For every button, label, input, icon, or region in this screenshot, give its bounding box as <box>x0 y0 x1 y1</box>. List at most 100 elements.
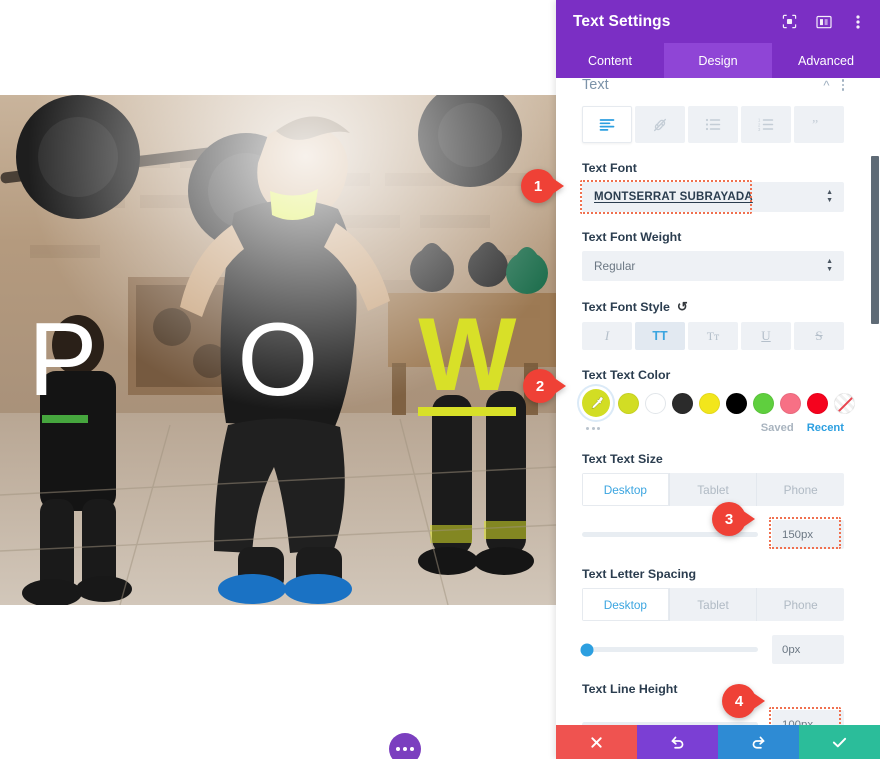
line-height-slider-row: 100px <box>582 707 844 725</box>
section-title: Text <box>582 78 609 93</box>
color-swatch-row <box>582 389 855 417</box>
more-colors-icon[interactable] <box>586 426 600 430</box>
cancel-button[interactable] <box>556 725 637 759</box>
line-height-label: Text Line Height <box>582 682 678 696</box>
panel-header: Text Settings <box>556 0 880 43</box>
page-canvas: P O W <box>0 0 556 759</box>
letter-spacing-slider-row: 0px <box>580 635 844 664</box>
saved-colors-link[interactable]: Saved <box>761 422 794 434</box>
dot <box>410 747 414 751</box>
device-tab-tablet[interactable]: Tablet <box>670 588 758 621</box>
settings-scroll-area: Text ^ 1 2 3 ” Text Font MONTSERRAT SUBR… <box>556 78 870 725</box>
save-button[interactable] <box>799 725 880 759</box>
text-color-label: Text Text Color <box>582 368 671 382</box>
smallcaps-button[interactable]: Tт <box>688 322 738 350</box>
more-options-fab[interactable] <box>389 733 421 759</box>
device-tab-desktop[interactable]: Desktop <box>582 588 670 621</box>
swatch-yellow[interactable] <box>699 392 720 414</box>
redo-button[interactable] <box>718 725 799 759</box>
text-font-field[interactable]: MONTSERRAT SUBRAYADA ▲ ▼ <box>580 180 844 214</box>
uppercase-button[interactable]: TT <box>635 322 685 350</box>
format-toolbar: 1 2 3 ” <box>582 106 844 143</box>
chevron-up-icon[interactable]: ^ <box>823 79 829 92</box>
device-tab-phone[interactable]: Phone <box>757 588 844 621</box>
bullet-list-icon[interactable] <box>688 106 738 143</box>
panel-header-icons <box>781 13 866 30</box>
section-header-text[interactable]: Text ^ <box>582 78 844 100</box>
device-tab-desktop[interactable]: Desktop <box>582 473 670 506</box>
marker-number: 4 <box>722 684 756 718</box>
marker-number: 1 <box>521 169 555 203</box>
marker-number: 2 <box>523 369 557 403</box>
text-size-value[interactable]: 150px <box>769 517 844 549</box>
underline-glyph: U <box>761 328 771 343</box>
color-source-links: Saved Recent <box>761 422 844 434</box>
device-tab-phone[interactable]: Phone <box>757 473 844 506</box>
letter-spacing-value[interactable]: 0px <box>772 635 844 664</box>
eyedropper-icon <box>591 396 603 409</box>
font-style-buttons: I TT Tт U S <box>582 322 844 350</box>
smallcaps-glyph: Tт <box>706 328 720 343</box>
text-font-value: MONTSERRAT SUBRAYADA <box>582 182 844 212</box>
text-font-weight-label: Text Font Weight <box>582 230 682 244</box>
swatch-green[interactable] <box>753 392 774 414</box>
panel-tabs: Content Design Advanced <box>556 43 880 78</box>
svg-text:”: ” <box>812 118 818 131</box>
screen-root: P O W Text Settings Content Design Advan… <box>0 0 880 759</box>
swatch-red[interactable] <box>807 392 828 414</box>
callout-marker-4: 4 <box>722 684 770 718</box>
letter-spacing-label: Text Letter Spacing <box>582 567 697 581</box>
text-size-label: Text Text Size <box>582 452 663 466</box>
callout-marker-3: 3 <box>712 502 760 536</box>
link-off-icon[interactable] <box>635 106 685 143</box>
swatch-white[interactable] <box>645 392 666 414</box>
text-settings-panel: Text Settings Content Design Advanced Te… <box>556 0 880 759</box>
text-font-weight-value: Regular <box>582 251 844 281</box>
more-vertical-icon[interactable] <box>849 13 866 30</box>
callout-marker-1: 1 <box>521 169 569 203</box>
text-font-style-label: Text Font Style ↺ <box>582 299 844 315</box>
tab-advanced[interactable]: Advanced <box>772 43 880 78</box>
marker-number: 3 <box>712 502 746 536</box>
focus-icon[interactable] <box>781 13 798 30</box>
reset-icon[interactable]: ↺ <box>677 299 688 315</box>
numbered-list-icon[interactable]: 1 2 3 <box>741 106 791 143</box>
swatch-yellow-green[interactable] <box>618 392 639 414</box>
dot <box>403 747 407 751</box>
text-font-label: Text Font <box>582 161 637 175</box>
swatch-black[interactable] <box>726 392 747 414</box>
text-font-style-label-text: Text Font Style <box>582 300 670 314</box>
line-height-value[interactable]: 100px <box>769 707 844 725</box>
swatch-dark-gray[interactable] <box>672 392 693 414</box>
svg-text:3: 3 <box>758 127 761 131</box>
panel-title: Text Settings <box>573 12 671 30</box>
tab-design[interactable]: Design <box>664 43 772 78</box>
swatch-transparent[interactable] <box>834 392 855 414</box>
strikethrough-button[interactable]: S <box>794 322 844 350</box>
hero-background-photo <box>0 95 556 605</box>
text-color-active-swatch[interactable] <box>582 389 610 417</box>
blockquote-icon[interactable]: ” <box>794 106 844 143</box>
dot <box>396 747 400 751</box>
swatch-pink[interactable] <box>780 392 801 414</box>
layout-icon[interactable] <box>815 13 832 30</box>
section-controls: ^ <box>823 79 844 92</box>
callout-marker-2: 2 <box>523 369 571 403</box>
uppercase-glyph: TT <box>652 329 668 343</box>
undo-button[interactable] <box>637 725 718 759</box>
recent-colors-link[interactable]: Recent <box>807 422 844 434</box>
letter-spacing-slider[interactable] <box>580 643 758 656</box>
letter-spacing-device-tabs: Desktop Tablet Phone <box>582 588 844 621</box>
tab-content[interactable]: Content <box>556 43 664 78</box>
text-font-weight-field[interactable]: Regular ▲ ▼ <box>582 251 844 281</box>
panel-footer <box>556 725 880 759</box>
align-icon[interactable] <box>582 106 632 143</box>
italic-button[interactable]: I <box>582 322 632 350</box>
more-vertical-icon[interactable] <box>841 79 844 91</box>
strikethrough-glyph: S <box>815 328 823 343</box>
underline-button[interactable]: U <box>741 322 791 350</box>
swatch-footer: Saved Recent <box>582 422 844 434</box>
line-height-slider[interactable] <box>582 722 758 725</box>
panel-scrollbar-thumb[interactable] <box>871 156 879 324</box>
italic-glyph: I <box>604 328 610 343</box>
